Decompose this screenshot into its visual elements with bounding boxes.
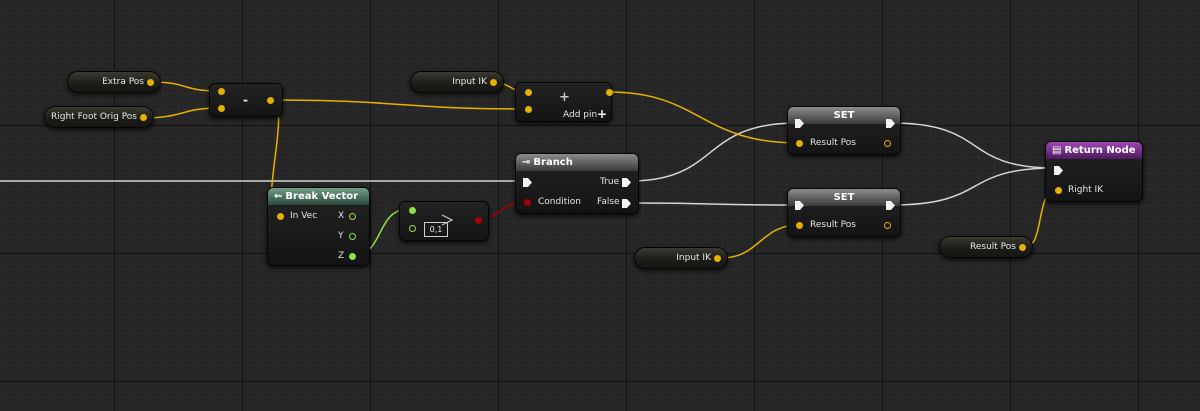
- set-top-result-pos-output-pin[interactable]: [884, 140, 891, 147]
- compare-input-a-pin[interactable]: [409, 207, 416, 214]
- exec-wire-set-top-to-return: [890, 122, 1056, 169]
- add-input-a-pin[interactable]: [525, 89, 532, 96]
- return-node-title: Return Node: [1064, 145, 1136, 156]
- subtract-input-b-pin[interactable]: [218, 105, 225, 112]
- input-ik-top-node[interactable]: Input IK: [410, 71, 504, 93]
- wire-add-to-set: [608, 91, 800, 144]
- return-node[interactable]: ▤ Return Node Right IK: [1045, 141, 1143, 202]
- add-pin-label[interactable]: Add pin: [563, 110, 597, 120]
- break-vector-y-pin[interactable]: [349, 233, 356, 240]
- input-ik-bottom-node[interactable]: Input IK: [634, 247, 728, 269]
- break-struct-icon: ⇜: [274, 191, 283, 202]
- extra-pos-output-pin[interactable]: [147, 79, 154, 86]
- return-node-header: ▤ Return Node: [1046, 142, 1142, 159]
- input-ik-top-output-pin[interactable]: [490, 79, 497, 86]
- subtract-title: -: [243, 93, 248, 107]
- set-bottom-result-pos-input-pin[interactable]: [796, 222, 803, 229]
- add-output-pin[interactable]: [606, 89, 613, 96]
- add-input-b-pin[interactable]: [525, 106, 532, 113]
- break-vector-x-pin[interactable]: [349, 213, 356, 220]
- break-vector-z-label: Z: [338, 251, 345, 261]
- result-pos-get-label: Result Pos: [970, 242, 1016, 252]
- branch-condition-label: Condition: [538, 197, 581, 207]
- right-foot-orig-pos-label: Right Foot Orig Pos: [51, 112, 137, 122]
- branch-exec-input-pin[interactable]: [523, 178, 532, 187]
- subtract-output-pin[interactable]: [267, 97, 274, 104]
- return-right-ik-pin[interactable]: [1055, 187, 1062, 194]
- set-top-result-pos-input-pin[interactable]: [796, 140, 803, 147]
- function-icon: ▤: [1052, 145, 1062, 156]
- greater-than-icon: [441, 214, 454, 226]
- subtract-node[interactable]: -: [209, 83, 283, 117]
- branch-true-label: True: [600, 177, 620, 187]
- set-bottom-node[interactable]: SET Result Pos: [787, 188, 901, 237]
- break-vector-title: Break Vector: [285, 191, 359, 202]
- right-foot-orig-pos-output-pin[interactable]: [140, 114, 147, 121]
- exec-wire-false-to-set: [629, 202, 798, 206]
- branch-false-label: False: [597, 197, 620, 207]
- branch-title: Branch: [533, 157, 573, 168]
- exec-wire-set-bottom-to-return: [890, 167, 1056, 206]
- break-vector-z-pin[interactable]: [349, 253, 356, 260]
- set-top-result-pos-label: Result Pos: [810, 138, 856, 148]
- compare-input-b-pin[interactable]: [409, 225, 416, 232]
- set-top-header: SET: [788, 107, 900, 124]
- wire-sub-to-add: [269, 99, 529, 110]
- extra-pos-node[interactable]: Extra Pos: [67, 71, 161, 93]
- extra-pos-label: Extra Pos: [102, 77, 144, 87]
- branch-false-pin[interactable]: [622, 199, 631, 208]
- exec-wire-true-to-set: [629, 122, 798, 182]
- input-ik-top-label: Input IK: [452, 77, 487, 87]
- branch-icon: ⊸: [522, 157, 531, 168]
- break-vector-input-pin[interactable]: [277, 213, 284, 220]
- subtract-input-a-pin[interactable]: [218, 88, 225, 95]
- result-pos-get-output-pin[interactable]: [1019, 244, 1026, 251]
- compare-output-pin[interactable]: [475, 217, 482, 224]
- return-exec-input-pin[interactable]: [1054, 166, 1063, 175]
- branch-true-pin[interactable]: [622, 178, 631, 187]
- right-foot-orig-pos-node[interactable]: Right Foot Orig Pos: [44, 106, 154, 128]
- break-vector-header: ⇜ Break Vector: [268, 188, 369, 205]
- break-vector-y-label: Y: [338, 231, 344, 241]
- break-vector-node[interactable]: ⇜ Break Vector In Vec X Y Z: [267, 187, 370, 266]
- set-top-node[interactable]: SET Result Pos: [787, 106, 901, 155]
- add-title: +: [559, 90, 570, 105]
- set-bottom-result-pos-label: Result Pos: [810, 220, 856, 230]
- set-top-title: SET: [833, 110, 855, 121]
- branch-header: ⊸ Branch: [516, 154, 638, 171]
- break-vector-input-label: In Vec: [290, 211, 318, 221]
- compare-node[interactable]: 0,1: [399, 201, 489, 241]
- break-vector-x-label: X: [338, 211, 345, 221]
- branch-node[interactable]: ⊸ Branch True Condition False: [515, 153, 639, 214]
- set-bottom-header: SET: [788, 189, 900, 206]
- branch-condition-pin[interactable]: [524, 199, 531, 206]
- return-right-ik-label: Right IK: [1068, 185, 1104, 195]
- add-pin-plus-icon[interactable]: +: [597, 107, 607, 121]
- input-ik-bottom-label: Input IK: [676, 253, 711, 263]
- input-ik-bottom-output-pin[interactable]: [714, 255, 721, 262]
- set-bottom-title: SET: [833, 192, 855, 203]
- set-bottom-result-pos-output-pin[interactable]: [884, 222, 891, 229]
- result-pos-get-node[interactable]: Result Pos: [939, 236, 1033, 258]
- add-node[interactable]: + Add pin +: [515, 82, 613, 122]
